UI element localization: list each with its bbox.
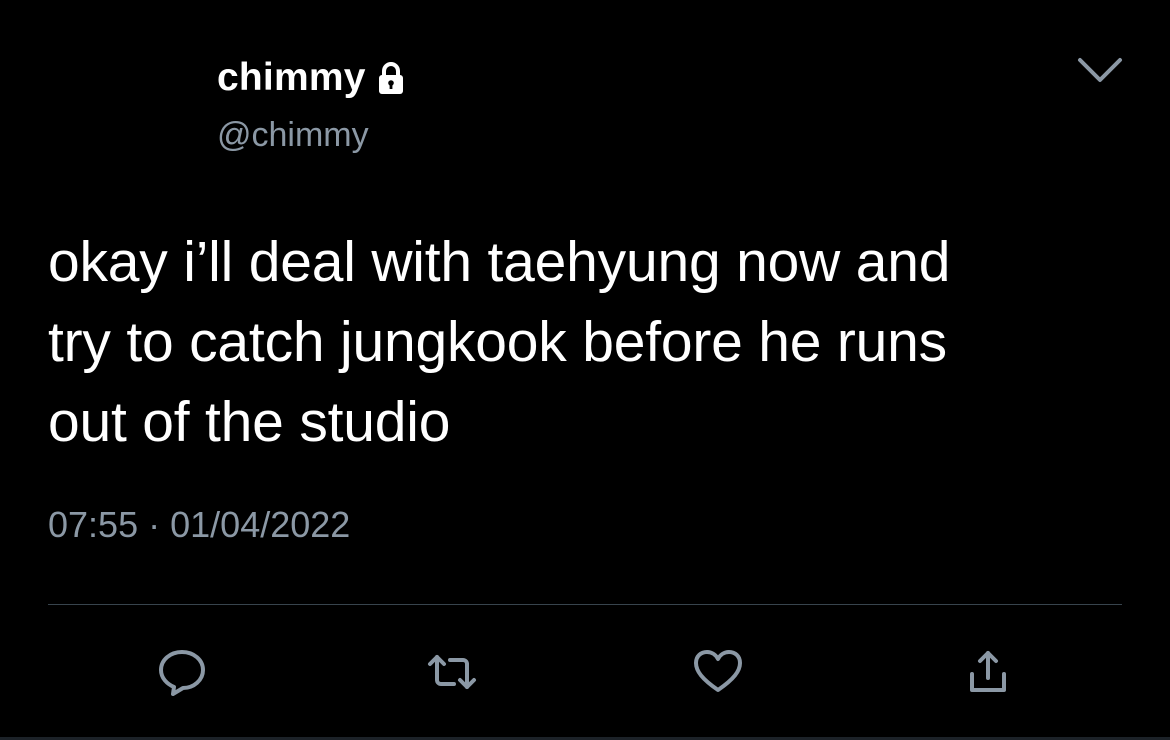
author-display-name[interactable]: chimmy [217, 56, 366, 100]
like-button[interactable] [686, 640, 750, 704]
reply-button[interactable] [150, 640, 214, 704]
chevron-down-icon[interactable] [1074, 52, 1126, 90]
tweet-text: okay i’ll deal with taehyung now and try… [48, 230, 951, 454]
retweet-icon [428, 655, 476, 689]
tweet-timestamp[interactable]: 07:55 · 01/04/2022 [48, 504, 350, 546]
timestamp-separator: · [148, 504, 161, 545]
divider [48, 604, 1122, 605]
heart-icon [694, 650, 742, 692]
share-button[interactable] [956, 640, 1020, 704]
lock-icon [372, 60, 410, 98]
share-icon [970, 651, 1006, 692]
reply-icon [159, 650, 205, 696]
tweet-author[interactable]: chimmy @chimmy [217, 52, 410, 154]
retweet-button[interactable] [420, 640, 484, 704]
tweet-time: 07:55 [48, 504, 139, 545]
tweet-card: chimmy @chimmy okay i’ll deal with taehy… [0, 0, 1170, 740]
tweet-actions [0, 640, 1170, 710]
author-name-row: chimmy [217, 52, 410, 104]
tweet-date: 01/04/2022 [170, 504, 351, 545]
author-handle[interactable]: @chimmy [217, 116, 369, 155]
